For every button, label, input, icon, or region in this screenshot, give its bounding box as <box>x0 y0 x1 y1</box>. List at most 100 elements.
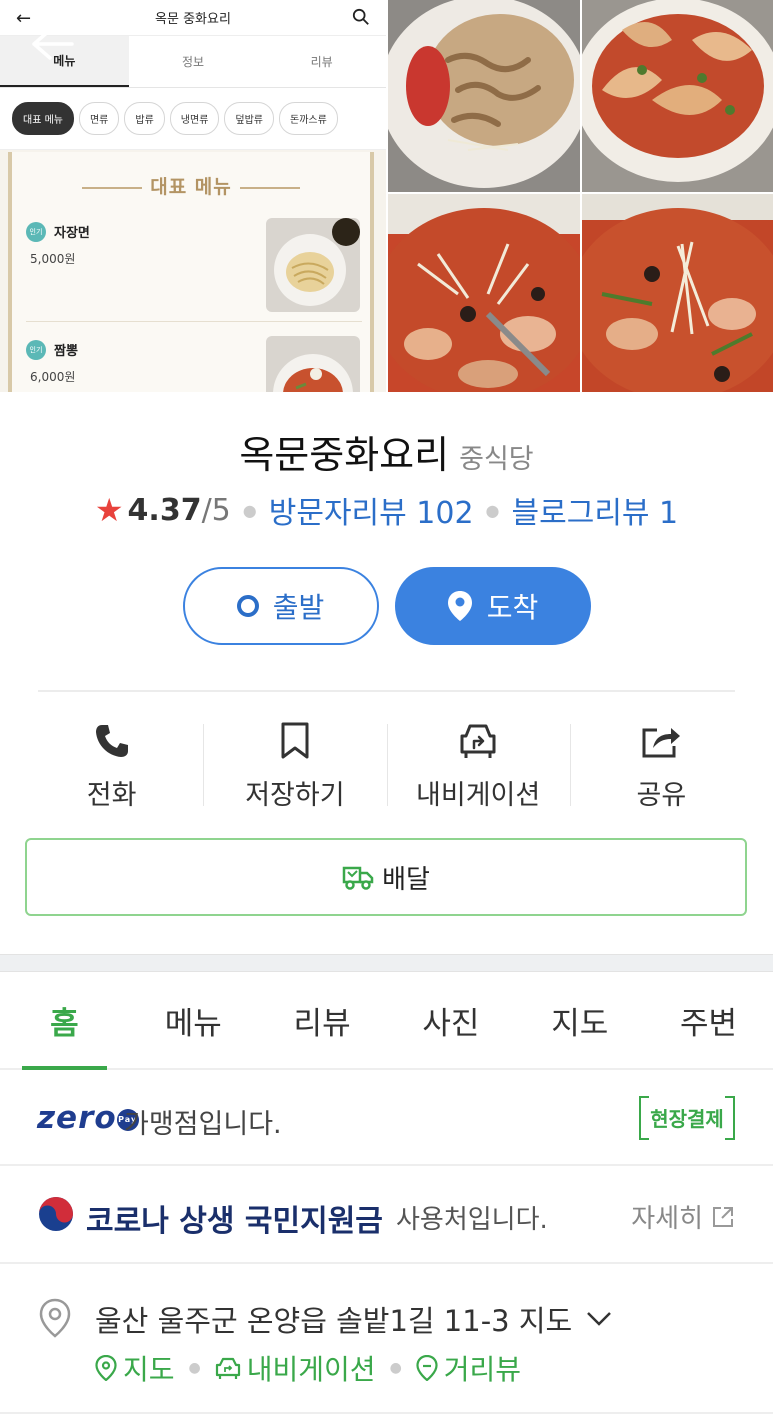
tab-home[interactable]: 홈 <box>0 972 129 1070</box>
address-value: 울산 울주군 온양읍 솔밭1길 11-3 <box>95 1304 510 1338</box>
separator-dot: ● <box>188 1360 201 1376</box>
menu-photo-category: 대표 메뉴 <box>12 102 74 135</box>
menu-photo-category: 냉면류 <box>169 102 220 135</box>
delivery-button[interactable]: 배달 <box>25 838 747 916</box>
share-label: 공유 <box>636 780 687 811</box>
tab-menu[interactable]: 메뉴 <box>129 972 258 1068</box>
place-category: 중식당 <box>459 444 534 475</box>
zeropay-row: zeroPay 가맹점입니다. 현장결제 <box>0 1070 773 1166</box>
separator-dot: ● <box>389 1360 402 1376</box>
food-photo-dumplings[interactable] <box>582 0 773 192</box>
food-photo-fried-pork[interactable] <box>388 0 580 192</box>
corona-support-row: 코로나 상생 국민지원금 사용처입니다. 자세히 <box>0 1166 773 1264</box>
tab-photos[interactable]: 사진 <box>386 972 515 1068</box>
external-link-icon <box>711 1205 735 1229</box>
address-text[interactable]: 울산 울주군 온양읍 솔밭1길 11-3 지도 <box>95 1298 612 1340</box>
back-arrow-icon: ← <box>16 8 32 29</box>
phone-icon <box>94 720 130 761</box>
menu-photo-title: 옥문 중화요리 <box>155 12 231 27</box>
menu-item: 인기 짬뽕 6,000원 <box>26 328 362 392</box>
arrive-label: 도착 <box>486 591 539 624</box>
jjamppong-photo <box>266 336 360 392</box>
gallery-back-icon[interactable] <box>30 26 74 62</box>
car-navigation-icon <box>215 1356 241 1380</box>
rating-max: /5 <box>201 492 231 528</box>
corona-support-title: 코로나 상생 국민지원금 <box>86 1204 383 1239</box>
navigation-link-label: 내비게이션 <box>246 1353 376 1386</box>
food-photo-seafood-2[interactable] <box>582 194 773 392</box>
search-icon <box>352 8 369 25</box>
visitor-reviews-link[interactable]: 방문자리뷰 102 <box>269 488 474 532</box>
map-link[interactable]: 지도 <box>95 1348 175 1388</box>
depart-button[interactable]: 출발 <box>182 567 379 645</box>
onsite-payment-tag: 현장결제 <box>639 1096 735 1140</box>
divider <box>38 690 735 692</box>
rating-value: 4.37 <box>127 492 202 528</box>
share-action[interactable]: 공유 <box>569 720 753 812</box>
details-link[interactable]: 자세히 <box>631 1198 735 1235</box>
navigation-action[interactable]: 내비게이션 <box>386 720 570 812</box>
menu-item-price: 5,000원 <box>30 252 76 266</box>
tab-map[interactable]: 지도 <box>515 972 644 1068</box>
save-label: 저장하기 <box>245 780 345 811</box>
address-map-toggle: 지도 <box>518 1304 573 1338</box>
photo-gallery[interactable]: ← 옥문 중화요리 메뉴 정보 리뷰 대표 메뉴 면류 밥류 냉면류 덮밥류 돈… <box>0 0 773 392</box>
delivery-truck-icon <box>342 864 374 890</box>
address-row: 울산 울주군 온양읍 솔밭1길 11-3 지도 지도 ● 내비게이션 ● 거리뷰 <box>0 1264 773 1414</box>
delivery-label: 배달 <box>382 864 430 895</box>
menu-photo-category: 덮밥류 <box>224 102 275 135</box>
details-label: 자세히 <box>631 1204 703 1234</box>
menu-photo-category: 면류 <box>78 102 120 135</box>
origin-dot-icon <box>236 595 259 617</box>
streetview-pin-icon <box>416 1355 438 1381</box>
call-label: 전화 <box>86 780 137 811</box>
menu-photo[interactable]: ← 옥문 중화요리 메뉴 정보 리뷰 대표 메뉴 면류 밥류 냉면류 덮밥류 돈… <box>0 0 386 392</box>
separator-dot: ● <box>242 500 257 520</box>
map-pin-icon <box>447 590 473 622</box>
streetview-link-label: 거리뷰 <box>443 1353 522 1386</box>
navigation-label: 내비게이션 <box>416 780 541 811</box>
popular-badge: 인기 <box>26 222 46 242</box>
jajangmyeon-photo <box>266 218 360 312</box>
menu-photo-tab: 정보 <box>181 55 205 69</box>
menu-photo-categories: 대표 메뉴 면류 밥류 냉면류 덮밥류 돈까스류 <box>0 88 386 150</box>
food-photo-seafood-1[interactable] <box>388 194 580 392</box>
save-action[interactable]: 저장하기 <box>203 720 386 812</box>
action-bar: 전화 저장하기 내비게이션 공유 <box>20 720 753 812</box>
menu-photo-category: 돈까스류 <box>279 102 338 135</box>
navigation-link[interactable]: 내비게이션 <box>215 1348 376 1388</box>
menu-item-name: 짬뽕 <box>54 344 78 359</box>
tab-nearby[interactable]: 주변 <box>644 972 773 1068</box>
map-link-label: 지도 <box>123 1353 175 1386</box>
section-gap <box>0 954 773 972</box>
location-pin-icon <box>39 1298 71 1338</box>
depart-label: 출발 <box>272 591 325 624</box>
menu-item: 인기 자장면 5,000원 <box>26 210 362 322</box>
arrive-button[interactable]: 도착 <box>394 567 591 645</box>
place-title-row: 옥문중화요리 중식당 <box>0 424 773 479</box>
zeropay-text: 가맹점입니다. <box>124 1109 282 1140</box>
korea-emblem-icon <box>39 1197 73 1231</box>
star-icon: ★ <box>94 491 124 529</box>
address-links: 지도 ● 내비게이션 ● 거리뷰 <box>95 1348 521 1388</box>
menu-board-title: 대표 메뉴 <box>150 176 232 198</box>
popular-badge: 인기 <box>26 340 46 360</box>
menu-item-price: 6,000원 <box>30 370 76 384</box>
share-icon <box>641 720 681 761</box>
menu-photo-board: 대표 메뉴 인기 자장면 5,000원 인기 짬뽕 6,000원 <box>8 152 374 392</box>
menu-photo-category: 밥류 <box>124 102 165 135</box>
car-navigation-icon <box>458 720 498 761</box>
call-action[interactable]: 전화 <box>20 720 203 812</box>
place-name: 옥문중화요리 <box>239 433 450 477</box>
tab-reviews[interactable]: 리뷰 <box>258 972 387 1068</box>
rating-row: ★ 4.37 /5 ● 방문자리뷰 102 ● 블로그리뷰 1 <box>0 488 773 532</box>
map-pin-icon <box>95 1355 117 1381</box>
bookmark-icon <box>280 720 310 761</box>
blog-reviews-link[interactable]: 블로그리뷰 1 <box>512 488 679 532</box>
place-tabs: 홈 메뉴 리뷰 사진 지도 주변 <box>0 972 773 1070</box>
streetview-link[interactable]: 거리뷰 <box>416 1348 521 1388</box>
menu-photo-tab: 리뷰 <box>310 55 333 69</box>
chevron-down-icon <box>586 1311 612 1327</box>
corona-support-text: 사용처입니다. <box>396 1205 548 1235</box>
separator-dot: ● <box>485 500 500 520</box>
